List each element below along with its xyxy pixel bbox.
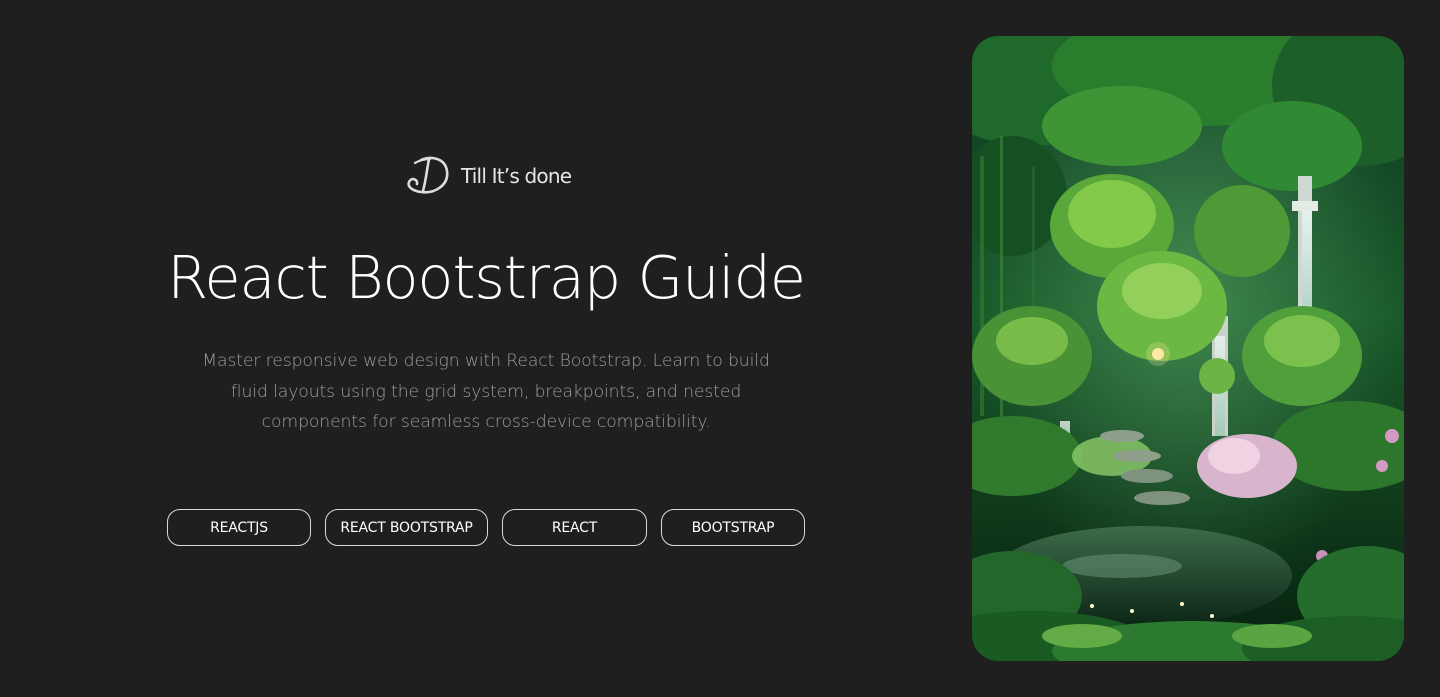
hero-section: Till It’s done React Bootstrap Guide Mas… (0, 0, 972, 697)
fantasy-garden-illustration (972, 36, 1404, 661)
tag-list: REACTJS REACT BOOTSTRAP REACT BOOTSTRAP (0, 509, 972, 546)
brand[interactable]: Till It’s done (405, 153, 572, 199)
hero-image (972, 36, 1404, 661)
tag-button-reactjs[interactable]: REACTJS (167, 509, 311, 546)
tag-button-react[interactable]: REACT (502, 509, 647, 546)
tag-button-bootstrap[interactable]: BOOTSTRAP (661, 509, 805, 546)
brand-name: Till It’s done (461, 164, 572, 188)
page-title: React Bootstrap Guide (167, 243, 806, 312)
tag-button-react-bootstrap[interactable]: REACT BOOTSTRAP (325, 509, 488, 546)
hero-description: Master responsive web design with React … (202, 351, 770, 432)
brand-logo-icon (407, 156, 449, 194)
